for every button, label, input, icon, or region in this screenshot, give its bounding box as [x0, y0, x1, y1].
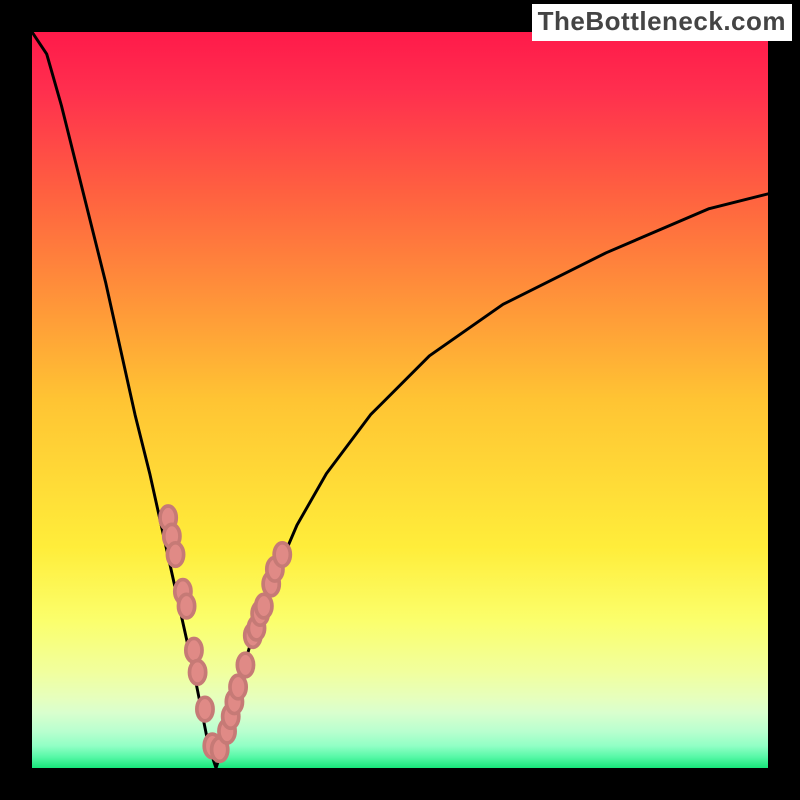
scatter-dot [237, 653, 253, 677]
curve-overlay [32, 32, 768, 768]
scatter-dot [167, 543, 183, 567]
watermark-label: TheBottleneck.com [532, 4, 792, 41]
scatter-dot [230, 675, 246, 699]
chart-frame: TheBottleneck.com [0, 0, 800, 800]
scatter-dot [274, 543, 290, 567]
scatter-points [160, 506, 290, 761]
bottleneck-curve [32, 32, 768, 768]
scatter-dot [256, 594, 272, 618]
scatter-dot [178, 594, 194, 618]
scatter-dot [190, 661, 206, 685]
scatter-dot [186, 638, 202, 662]
scatter-dot [197, 697, 213, 721]
plot-area [32, 32, 768, 768]
